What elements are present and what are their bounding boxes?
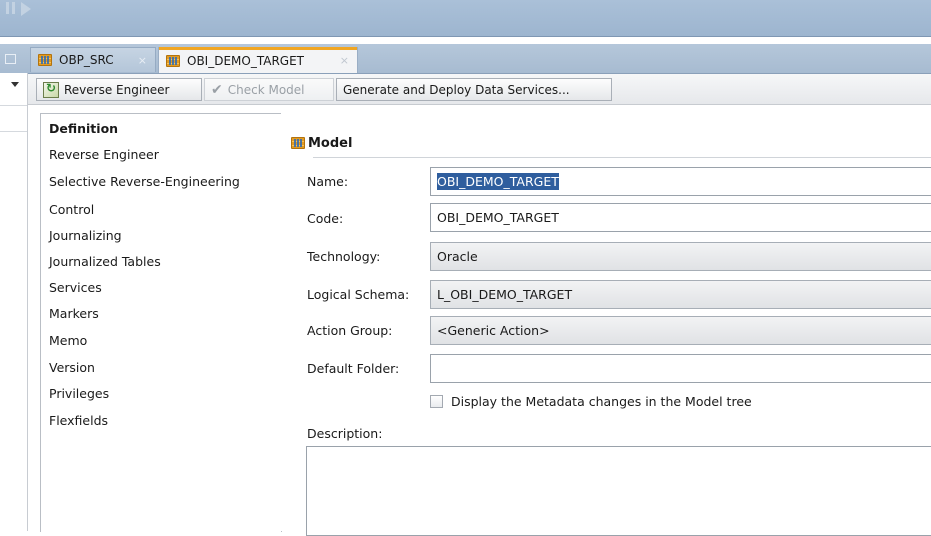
technology-label: Technology:	[307, 249, 381, 264]
nav-item-privileges[interactable]: Privileges	[49, 386, 109, 401]
code-label: Code:	[307, 211, 344, 226]
button-label: Check Model	[227, 82, 305, 97]
model-sections-nav: Definition Reverse Engineer Selective Re…	[40, 113, 282, 532]
collapsed-side-panel	[0, 73, 28, 531]
nav-item-journalizing[interactable]: Journalizing	[49, 228, 122, 243]
divider	[0, 105, 27, 106]
model-definition-form: Model Name: OBI_DEMO_TARGET Code: OBI_DE…	[281, 113, 931, 536]
default-folder-label: Default Folder:	[307, 361, 400, 376]
check-model-button[interactable]: ✔ Check Model	[204, 78, 334, 101]
faded-toolbar-icons	[6, 2, 46, 16]
tab-label: OBP_SRC	[59, 53, 114, 67]
tab-label: OBI_DEMO_TARGET	[187, 53, 304, 68]
top-header-bar	[0, 0, 931, 37]
logical-schema-value: L_OBI_DEMO_TARGET	[437, 287, 573, 302]
section-title: Model	[308, 135, 353, 151]
model-toolbar: Reverse Engineer ✔ Check Model Generate …	[28, 74, 931, 105]
nav-item-services[interactable]: Services	[49, 280, 102, 295]
editor-tab-strip: OBP_SRC × OBI_DEMO_TARGET ×	[0, 44, 931, 74]
tab-obi-demo-target[interactable]: OBI_DEMO_TARGET ×	[158, 47, 358, 73]
logical-schema-select[interactable]: L_OBI_DEMO_TARGET	[430, 280, 931, 309]
model-icon	[290, 135, 306, 151]
close-icon[interactable]: ×	[340, 54, 349, 67]
nav-item-selective-reverse-engineering[interactable]: Selective Reverse-Engineering	[49, 174, 240, 189]
button-label: Reverse Engineer	[64, 82, 170, 97]
model-icon	[37, 52, 53, 68]
name-value: OBI_DEMO_TARGET	[437, 173, 559, 190]
close-icon[interactable]: ×	[138, 54, 147, 67]
action-group-select[interactable]: <Generic Action>	[430, 316, 931, 345]
description-textarea[interactable]	[306, 446, 931, 536]
nav-item-version[interactable]: Version	[49, 360, 95, 375]
default-folder-input[interactable]	[430, 354, 931, 383]
metadata-changes-checkbox[interactable]	[430, 395, 443, 408]
action-group-label: Action Group:	[307, 323, 393, 338]
description-label: Description:	[307, 426, 383, 441]
tab-obp-src[interactable]: OBP_SRC ×	[30, 47, 156, 72]
logical-schema-label: Logical Schema:	[307, 287, 410, 302]
divider	[0, 131, 27, 132]
action-group-value: <Generic Action>	[437, 323, 550, 338]
metadata-changes-label: Display the Metadata changes in the Mode…	[451, 394, 752, 409]
reverse-engineer-button[interactable]: Reverse Engineer	[36, 78, 202, 101]
section-header: Model	[290, 135, 352, 151]
nav-item-reverse-engineer[interactable]: Reverse Engineer	[49, 147, 159, 162]
nav-item-memo[interactable]: Memo	[49, 333, 87, 348]
checkmark-icon: ✔	[211, 81, 223, 98]
nav-item-definition[interactable]: Definition	[49, 121, 118, 136]
divider	[313, 157, 931, 158]
reverse-engineer-icon	[43, 81, 59, 98]
nav-item-flexfields[interactable]: Flexfields	[49, 413, 108, 428]
button-label: Generate and Deploy Data Services...	[343, 82, 570, 97]
generate-deploy-button[interactable]: Generate and Deploy Data Services...	[336, 78, 612, 101]
technology-select[interactable]: Oracle	[430, 242, 931, 271]
code-value: OBI_DEMO_TARGET	[437, 210, 559, 225]
nav-item-control[interactable]: Control	[49, 202, 94, 217]
chevron-down-icon[interactable]	[11, 82, 19, 87]
model-icon	[165, 53, 181, 69]
metadata-changes-option[interactable]: Display the Metadata changes in the Mode…	[430, 394, 752, 409]
nav-item-journalized-tables[interactable]: Journalized Tables	[49, 254, 161, 269]
nav-item-markers[interactable]: Markers	[49, 306, 99, 321]
name-input[interactable]: OBI_DEMO_TARGET	[430, 167, 931, 196]
code-input[interactable]: OBI_DEMO_TARGET	[430, 203, 931, 232]
technology-value: Oracle	[437, 249, 478, 264]
minimize-icon[interactable]	[5, 54, 16, 64]
name-label: Name:	[307, 174, 349, 189]
